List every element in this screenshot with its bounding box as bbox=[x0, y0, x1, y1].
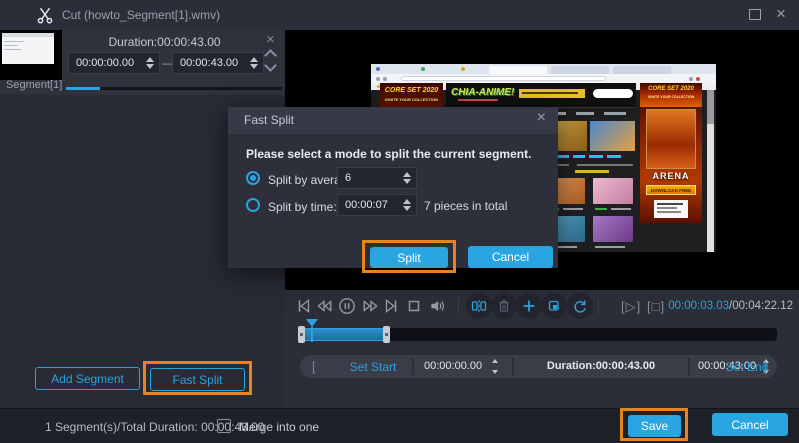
timeline-selected-clip[interactable] bbox=[300, 328, 388, 341]
split-segment-icon bbox=[471, 298, 487, 314]
dialog-title: Fast Split bbox=[244, 113, 294, 127]
scissors-icon bbox=[36, 6, 54, 24]
pieces-note: 7 pieces in total bbox=[424, 199, 507, 213]
site-search-box bbox=[593, 89, 633, 98]
plus-icon bbox=[521, 298, 537, 314]
spinner-arrows-icon[interactable] bbox=[250, 53, 258, 73]
fast-split-button[interactable]: Fast Split bbox=[150, 368, 245, 391]
segment-summary: 1 Segment(s)/Total Duration: 00:00:43.00 bbox=[45, 420, 264, 434]
next-frame-icon[interactable] bbox=[382, 297, 400, 315]
save-button[interactable]: Save bbox=[628, 415, 681, 437]
total-time: /00:04:22.12 bbox=[729, 300, 793, 312]
set-start-button[interactable]: Set Start bbox=[338, 360, 408, 374]
delete-segment-button[interactable] bbox=[491, 293, 517, 319]
split-by-time-radio[interactable] bbox=[246, 198, 260, 212]
duplicate-segment-button[interactable] bbox=[541, 293, 567, 319]
split-button[interactable]: Split bbox=[370, 247, 448, 268]
browser-scrollbar bbox=[707, 90, 714, 252]
play-segment-button[interactable]: [▷] bbox=[621, 299, 641, 315]
browser-tab-bar bbox=[371, 64, 716, 74]
site-header: CHIA-ANIME! bbox=[446, 83, 636, 107]
segment-move-down-icon[interactable] bbox=[264, 59, 277, 72]
browser-address-bar bbox=[371, 74, 716, 83]
dialog-header: Fast Split × bbox=[228, 107, 558, 134]
divider bbox=[458, 298, 459, 314]
dialog-message: Please select a mode to split the curren… bbox=[246, 147, 531, 161]
clip-start-handle[interactable] bbox=[298, 326, 305, 343]
copy-icon bbox=[546, 298, 562, 314]
divider bbox=[688, 358, 690, 375]
segment-progress-bar bbox=[66, 87, 282, 90]
dialog-cancel-button[interactable]: Cancel bbox=[468, 246, 553, 268]
fast-split-dialog: Fast Split × Please select a mode to spl… bbox=[228, 107, 558, 268]
divider bbox=[412, 358, 414, 375]
playhead-marker[interactable] bbox=[306, 319, 318, 327]
close-button[interactable]: × bbox=[776, 3, 786, 25]
dialog-close-icon[interactable]: × bbox=[537, 109, 546, 127]
cancel-button[interactable]: Cancel bbox=[712, 413, 788, 436]
add-segment-button[interactable]: Add Segment bbox=[35, 367, 140, 390]
stop-segment-button[interactable]: [□] bbox=[647, 299, 665, 314]
segment-duration-label: Duration:00:00:43.00 bbox=[62, 35, 267, 49]
merge-label[interactable]: Merge into one bbox=[239, 420, 319, 434]
stop-icon[interactable] bbox=[405, 297, 423, 315]
split-by-time-label[interactable]: Split by time: bbox=[268, 200, 337, 214]
download-free-button: DOWNLOAD FREE bbox=[646, 185, 696, 195]
trash-icon bbox=[496, 298, 512, 314]
spinner-arrows-icon[interactable] bbox=[403, 195, 411, 215]
marquee-strip bbox=[519, 89, 585, 98]
undo-icon bbox=[572, 298, 588, 314]
cut-window: Cut (howto_Segment[1].wmv) × Segment[1] … bbox=[0, 0, 799, 443]
segment-label: Segment[1] bbox=[6, 79, 62, 91]
arena-logo: ARENA bbox=[640, 171, 702, 181]
divider bbox=[512, 358, 514, 375]
spinner-arrows-icon[interactable] bbox=[403, 168, 411, 188]
fast-split-highlight: Fast Split bbox=[143, 361, 252, 395]
title-bar: Cut (howto_Segment[1].wmv) × bbox=[0, 0, 799, 30]
right-ad-banner: CORE SET 2020 IGNITE YOUR COLLECTION ARE… bbox=[640, 83, 702, 223]
save-highlight: Save bbox=[620, 408, 688, 441]
timeline-track[interactable] bbox=[300, 328, 777, 341]
close-bracket: ] bbox=[763, 359, 767, 374]
segment-thumbnail-image bbox=[2, 33, 54, 64]
time-display: 00:00:03.03/00:04:22.12 bbox=[668, 300, 793, 312]
split-time-spinner[interactable]: 00:00:07 bbox=[337, 194, 417, 216]
trim-duration-label: Duration:00:00:43.00 bbox=[522, 360, 680, 372]
volume-icon[interactable] bbox=[428, 297, 446, 315]
spinner-arrows-icon[interactable] bbox=[146, 53, 154, 73]
current-time: 00:00:03.03 bbox=[668, 300, 729, 312]
rewind-icon[interactable] bbox=[315, 297, 333, 315]
split-segment-button[interactable] bbox=[466, 293, 492, 319]
split-highlight: Split bbox=[362, 240, 456, 273]
fast-forward-icon[interactable] bbox=[362, 297, 380, 315]
segment-start-spinner[interactable]: 00:00:00.00 bbox=[68, 52, 160, 74]
status-bar: 1 Segment(s)/Total Duration: 00:00:43.00… bbox=[0, 408, 799, 443]
trim-start-value[interactable]: 00:00:00.00 bbox=[424, 360, 482, 372]
pause-icon[interactable] bbox=[338, 297, 356, 315]
merge-checkbox[interactable] bbox=[217, 419, 231, 433]
segment-delete-icon[interactable]: × bbox=[266, 31, 275, 48]
spinner-arrows-icon[interactable] bbox=[492, 358, 500, 375]
maximize-button[interactable] bbox=[749, 9, 761, 20]
split-average-spinner[interactable]: 6 bbox=[337, 167, 417, 189]
open-bracket: [ bbox=[312, 359, 316, 374]
window-title: Cut (howto_Segment[1].wmv) bbox=[62, 8, 220, 22]
segment-end-spinner[interactable]: 00:00:43.00 bbox=[172, 52, 264, 74]
previous-frame-icon[interactable] bbox=[295, 297, 313, 315]
segment-thumbnail[interactable] bbox=[0, 30, 62, 80]
clip-end-handle[interactable] bbox=[383, 326, 390, 343]
playback-controls: [▷] [□] 00:00:03.03/00:04:22.12 [ Set St… bbox=[285, 290, 799, 408]
divider bbox=[598, 298, 599, 314]
playhead-line bbox=[311, 327, 313, 342]
segment-strip: Segment[1] Duration:00:00:43.00 00:00:00… bbox=[0, 30, 285, 95]
split-by-average-radio[interactable] bbox=[246, 171, 260, 185]
trim-bar: [ Set Start 00:00:00.00 Duration:00:00:4… bbox=[300, 355, 777, 378]
reset-button[interactable] bbox=[567, 293, 593, 319]
site-logo: CHIA-ANIME! bbox=[451, 87, 514, 98]
add-segment-button-circle[interactable] bbox=[516, 293, 542, 319]
